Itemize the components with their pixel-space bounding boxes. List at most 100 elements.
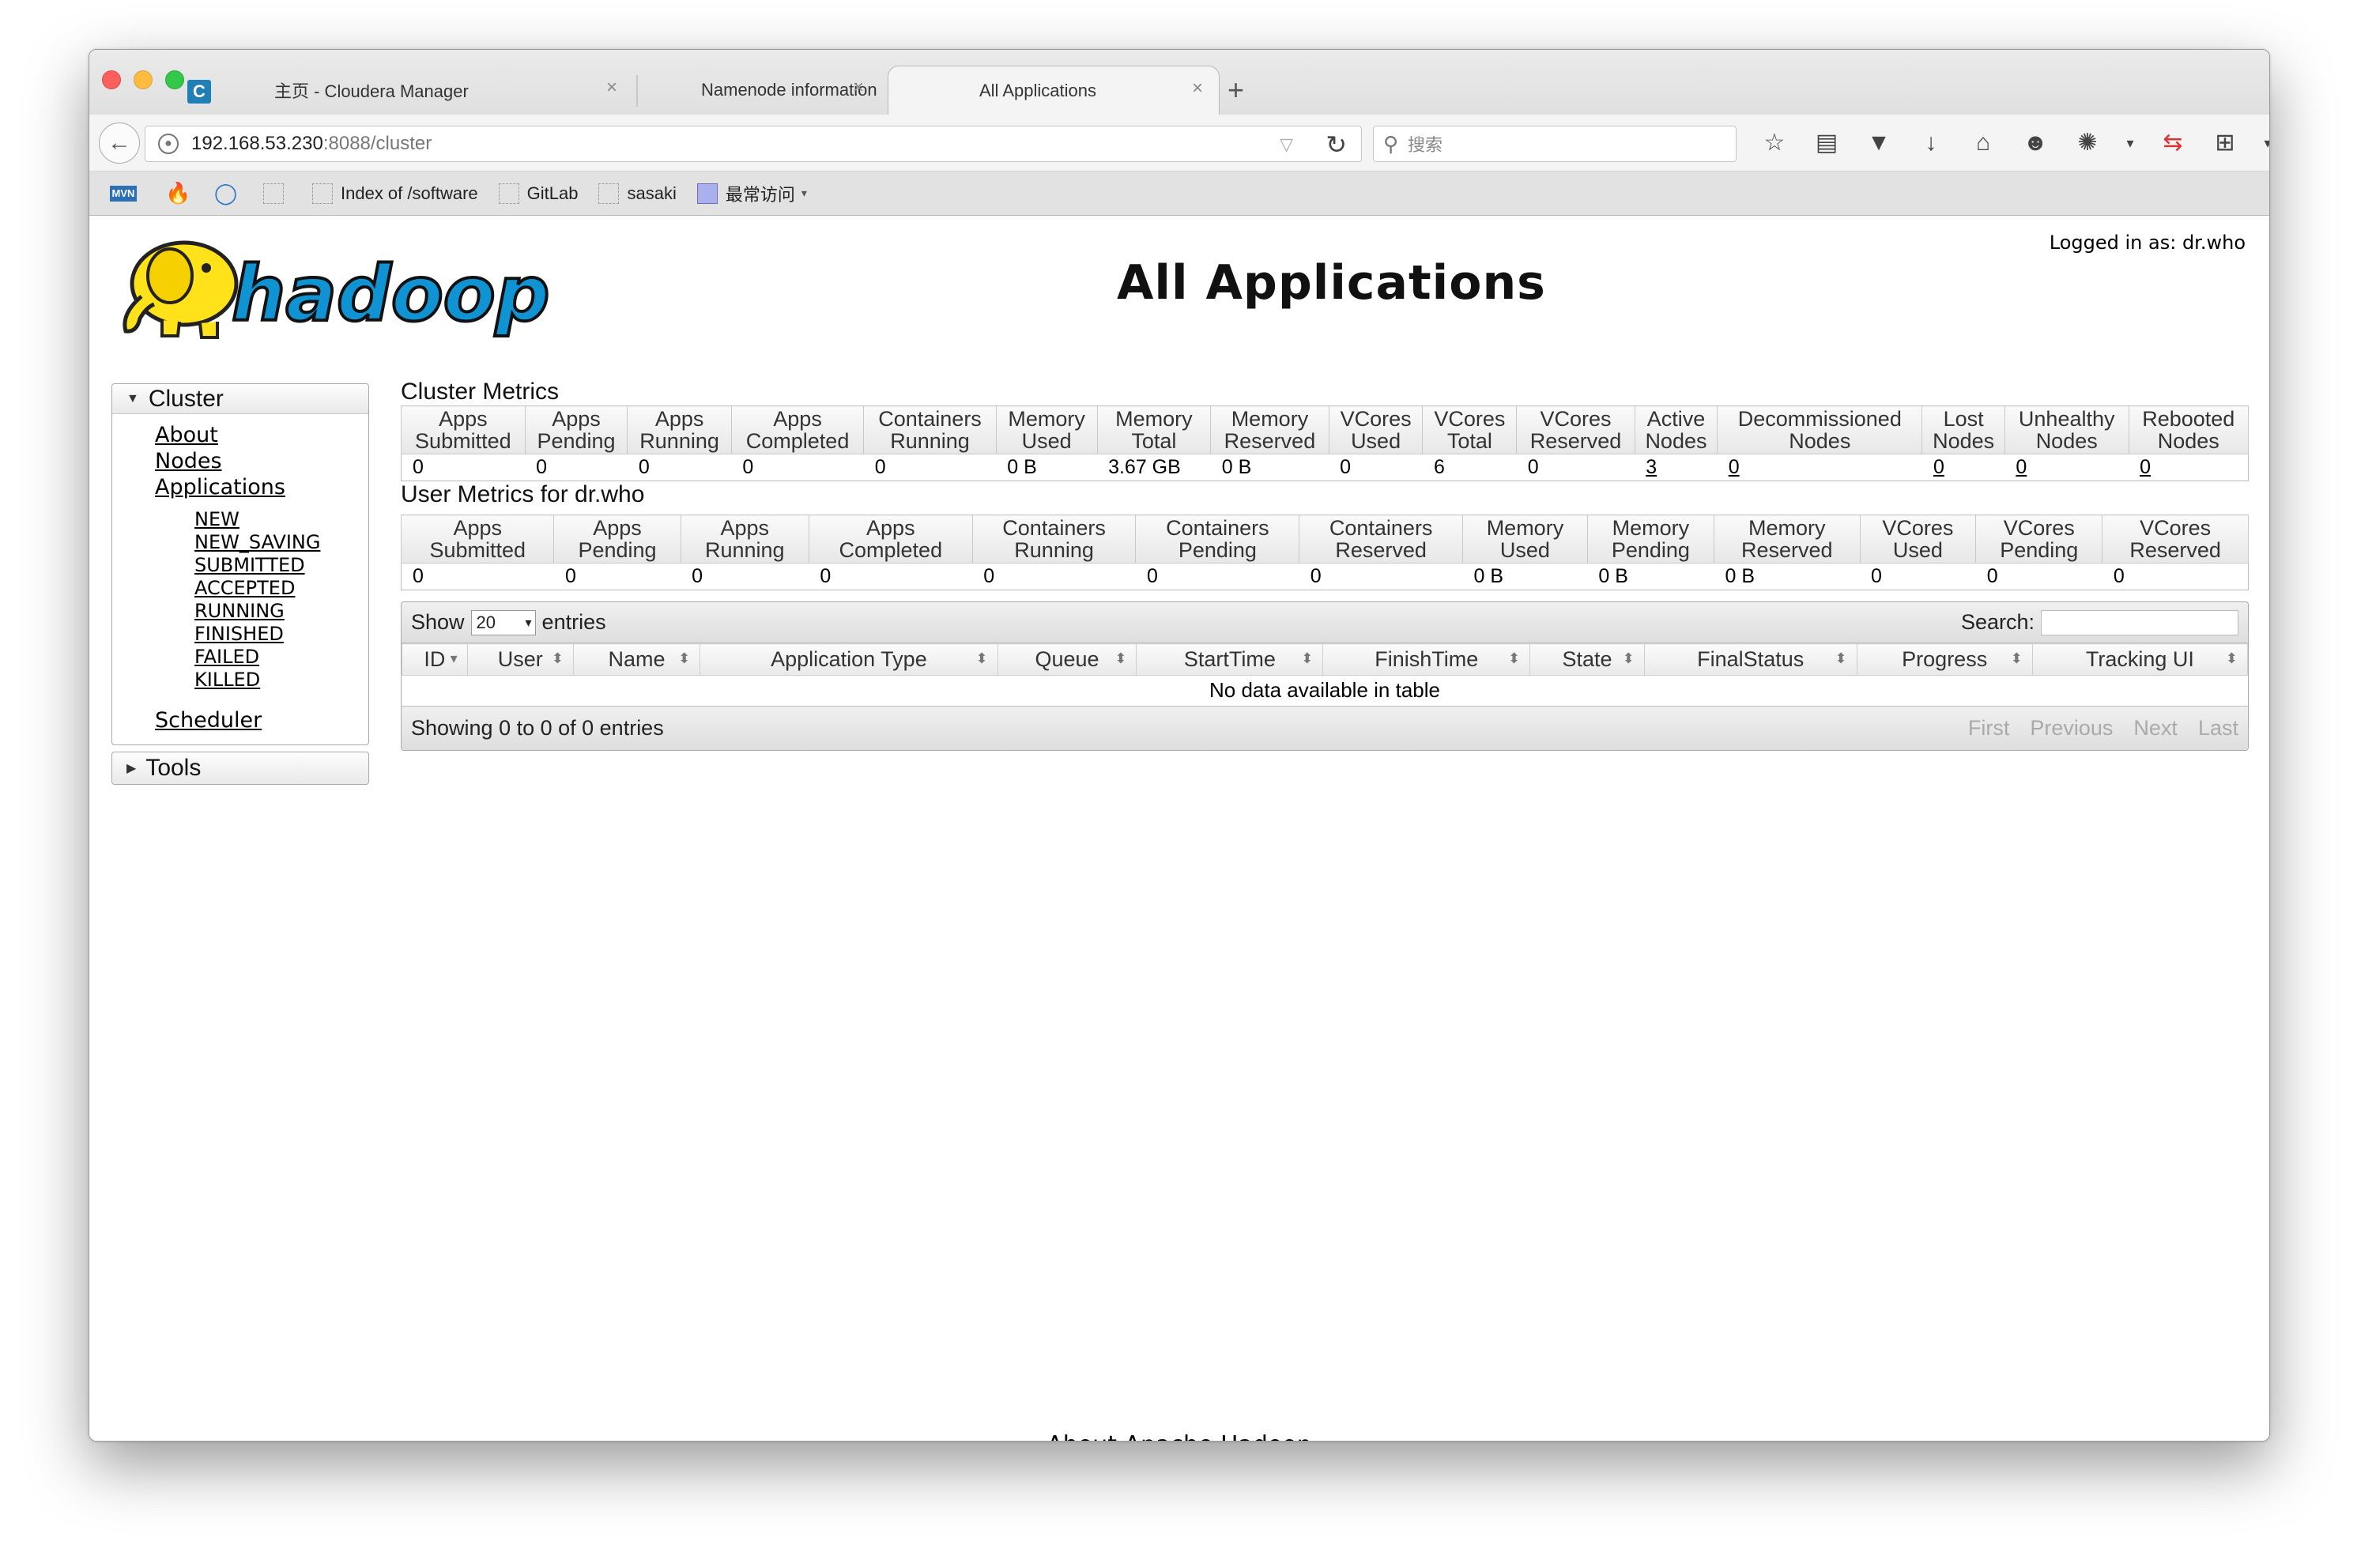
chevron-down-icon[interactable]: ▾ (2260, 126, 2269, 160)
column-header-starttime[interactable]: StartTime ⬍ (1136, 643, 1324, 676)
cluster_metrics-value-link[interactable]: 0 (1933, 456, 1944, 478)
sidebar-link-state-killed[interactable]: KILLED (194, 669, 368, 692)
applications-table-toolbar: Show 20 ▾ entries Search: (402, 602, 2248, 643)
sidebar-link-state-failed[interactable]: FAILED (194, 646, 368, 669)
pagination: First Previous Next Last (1968, 716, 2238, 741)
user_metrics-header-vcores-pending: VCores Pending (1975, 514, 2103, 564)
close-tab-icon[interactable]: × (1192, 77, 1203, 100)
header-line: Total (1446, 429, 1492, 453)
sidebar-link-state-submitted[interactable]: SUBMITTED (194, 554, 368, 577)
reading-list-icon[interactable]: ▤ (1809, 126, 1844, 160)
column-header-finishtime[interactable]: FinishTime ⬍ (1322, 643, 1531, 676)
about-apache-hadoop-link[interactable]: About Apache Hadoop (1047, 1431, 1311, 1441)
sidebar-link-applications[interactable]: Applications (155, 474, 368, 500)
pager-next-button[interactable]: Next (2133, 716, 2178, 741)
cluster_metrics-header-vcores-reserved: VCores Reserved (1516, 405, 1635, 454)
home-icon[interactable]: ⌂ (1966, 126, 2001, 160)
close-window-button[interactable] (102, 70, 121, 89)
bookmark-fire[interactable]: 🔥 (165, 183, 194, 204)
url-bar[interactable]: ● 192.168.53.230:8088/cluster ▽ ↻ (145, 126, 1362, 162)
bookmark-sasaki[interactable]: sasaki (598, 183, 677, 204)
cluster_metrics-value[interactable]: 0 (2004, 454, 2129, 481)
tab-all-applications[interactable]: All Applications × (888, 66, 1220, 115)
bookmark-gitlab[interactable]: GitLab (498, 183, 578, 204)
column-header-label: Application Type (771, 647, 927, 671)
cluster_metrics-value-link[interactable]: 0 (1729, 456, 1740, 478)
cluster_metrics-value[interactable]: 0 (1717, 454, 1922, 481)
pager-first-button[interactable]: First (1968, 716, 2009, 741)
close-tab-icon[interactable]: × (853, 77, 864, 99)
column-header-user[interactable]: User ⬍ (466, 643, 574, 676)
sort-both-icon: ⬍ (1301, 650, 1314, 666)
cluster-panel-header[interactable]: ▼ Cluster (112, 384, 368, 414)
mvn-icon: MVN (110, 185, 137, 202)
pocket-icon[interactable]: ▼ (1861, 126, 1896, 160)
sync-arrows-icon[interactable]: ⇆ (2155, 126, 2190, 160)
download-icon[interactable]: ↓ (1914, 126, 1948, 160)
tab-cloudera-manager[interactable]: 主页 - Cloudera Manager × (227, 66, 638, 115)
bookmark-mvn[interactable]: MVN (110, 185, 145, 202)
bookmark-star-icon[interactable]: ☆ (1757, 126, 1792, 160)
sidebar-link-scheduler[interactable]: Scheduler (155, 707, 368, 733)
column-header-id[interactable]: ID ▾ (402, 643, 468, 676)
bookmark-ie[interactable]: ◯ (214, 183, 243, 204)
pager-last-button[interactable]: Last (2198, 716, 2238, 741)
column-header-progress[interactable]: Progress ⬍ (1856, 643, 2033, 676)
sidebar-link-about[interactable]: About (155, 422, 368, 448)
cluster_metrics-value-link[interactable]: 0 (2140, 456, 2151, 478)
cluster_metrics-value-link[interactable]: 3 (1646, 456, 1657, 478)
column-header-tracking-ui[interactable]: Tracking UI ⬍ (2031, 643, 2249, 676)
reload-icon[interactable]: ↻ (1326, 130, 1347, 160)
sidebar-link-state-running[interactable]: RUNNING (194, 600, 368, 623)
cluster-metrics-title: Cluster Metrics (401, 379, 560, 405)
bookmark-index-software[interactable]: Index of /software (312, 183, 478, 204)
hadoop-logo[interactable]: hadoop (113, 227, 587, 345)
extension-bug-icon[interactable]: ✺ (2070, 126, 2105, 160)
cluster_metrics-header-containers-running: Containers Running (863, 405, 997, 454)
cluster_metrics-value[interactable]: 3 (1635, 454, 1718, 481)
sidebar-link-state-new[interactable]: NEW (194, 508, 368, 531)
minimize-window-button[interactable] (134, 70, 153, 89)
header-line: Completed (839, 538, 943, 562)
sidebar-link-state-accepted[interactable]: ACCEPTED (194, 577, 368, 600)
chat-icon[interactable]: ☻ (2018, 126, 2053, 160)
user_metrics-value: 0 B (1587, 563, 1714, 590)
close-tab-icon[interactable]: × (606, 77, 617, 99)
chevron-down-icon[interactable]: ▾ (2122, 126, 2138, 160)
column-header-name[interactable]: Name ⬍ (572, 643, 701, 676)
sidebar-link-state-finished[interactable]: FINISHED (194, 623, 368, 646)
pager-previous-button[interactable]: Previous (2030, 716, 2113, 741)
user_metrics-header-vcores-reserved: VCores Reserved (2102, 514, 2249, 564)
tools-panel-header[interactable]: ▶ Tools (112, 752, 368, 784)
header-line: Containers (878, 407, 982, 431)
cluster_metrics-value[interactable]: 0 (2129, 454, 2249, 481)
column-header-state[interactable]: State ⬍ (1529, 643, 1645, 676)
bookmark-blank[interactable] (263, 183, 292, 204)
column-header-label: ID (424, 647, 446, 671)
cluster_metrics-header-rebooted-nodes: Rebooted Nodes (2128, 405, 2250, 454)
new-tab-icon[interactable]: + (1228, 74, 1244, 107)
crop-icon[interactable]: ⊞ (2208, 126, 2242, 160)
bookmark-most-visited[interactable]: 最常访问 ▾ (696, 181, 807, 206)
sidebar-link-nodes[interactable]: Nodes (155, 448, 368, 474)
cluster_metrics-value-link[interactable]: 0 (2016, 456, 2027, 478)
cluster_metrics-value: 0 (1516, 454, 1635, 481)
back-button[interactable]: ← (99, 122, 140, 164)
page-length-select[interactable]: 20 ▾ (470, 609, 536, 635)
cluster_metrics-value: 0 (525, 454, 628, 481)
page-title: All Applications (1117, 255, 1546, 311)
zoom-window-button[interactable] (165, 70, 184, 89)
column-header-application-type[interactable]: Application Type ⬍ (700, 643, 998, 676)
column-header-queue[interactable]: Queue ⬍ (997, 643, 1137, 676)
header-line: Memory (1115, 407, 1193, 431)
hadoop-elephant-icon (123, 240, 239, 339)
cluster_metrics-value[interactable]: 0 (1921, 454, 2005, 481)
applications-search-input[interactable] (2041, 609, 2238, 635)
column-header-finalstatus[interactable]: FinalStatus ⬍ (1643, 643, 1857, 676)
url-dropdown-icon[interactable]: ▽ (1280, 134, 1293, 155)
search-placeholder: 搜索 (1408, 135, 1443, 155)
bookmark-label: Index of /software (341, 183, 478, 203)
sidebar-link-state-new-saving[interactable]: NEW_SAVING (194, 531, 368, 554)
search-bar[interactable]: ⚲ 搜索 (1373, 126, 1737, 162)
header-line: Pending (578, 538, 657, 562)
